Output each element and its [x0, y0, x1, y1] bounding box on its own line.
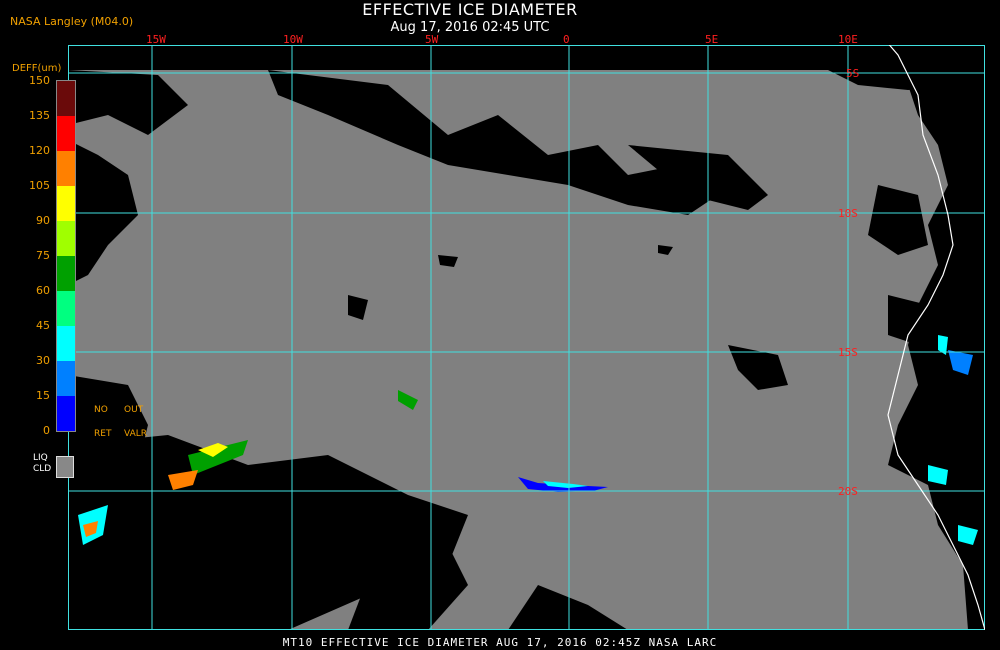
colorbar-unit-label: DEFF(um) [12, 63, 62, 74]
colorbar [56, 80, 76, 432]
colorbar-segment [57, 396, 75, 431]
colorbar-segment [57, 221, 75, 256]
colorbar-segment [57, 256, 75, 291]
lat-label-5s: 5S [846, 67, 860, 80]
colorbar-segment [57, 326, 75, 361]
colorbar-tick-label: 15 [36, 389, 50, 402]
out-valr-label-top: OUT [124, 405, 144, 415]
lat-label-15s: 15S [838, 346, 858, 359]
colorbar-tick-label: 150 [29, 74, 50, 87]
colorbar-tick-label: 135 [29, 109, 50, 122]
no-ret-label-top: NO [94, 405, 108, 415]
no-ret-label-bottom: RET [94, 429, 112, 439]
colorbar-tick-label: 30 [36, 354, 50, 367]
colorbar-segment [57, 151, 75, 186]
map-canvas [68, 45, 985, 630]
colorbar-tick-label: 90 [36, 214, 50, 227]
colorbar-segment [57, 291, 75, 326]
liq-label-bottom: CLD [33, 464, 52, 474]
liq-label-top: LIQ [33, 453, 48, 463]
out-valr-label-bottom: VALR [124, 429, 148, 439]
satellite-map[interactable] [68, 45, 985, 630]
image-title: EFFECTIVE ICE DIAMETER [362, 0, 578, 19]
colorbar-segment [57, 361, 75, 396]
producer-label: NASA Langley (M04.0) [10, 15, 134, 28]
colorbar-tick-label: 60 [36, 284, 50, 297]
footer-caption: MT10 EFFECTIVE ICE DIAMETER AUG 17, 2016… [282, 636, 718, 649]
colorbar-tick-label: 120 [29, 144, 50, 157]
colorbar-segment [57, 116, 75, 151]
colorbar-segment [57, 81, 75, 116]
lat-label-10s: 10S [838, 207, 858, 220]
colorbar-tick-label: 45 [36, 319, 50, 332]
colorbar-tick-label: 105 [29, 179, 50, 192]
image-timestamp: Aug 17, 2016 02:45 UTC [390, 20, 550, 35]
colorbar-tick-label: 0 [43, 424, 50, 437]
liquid-cloud-swatch [56, 456, 74, 478]
colorbar-tick-label: 75 [36, 249, 50, 262]
colorbar-segment [57, 186, 75, 221]
lat-label-20s: 20S [838, 485, 858, 498]
